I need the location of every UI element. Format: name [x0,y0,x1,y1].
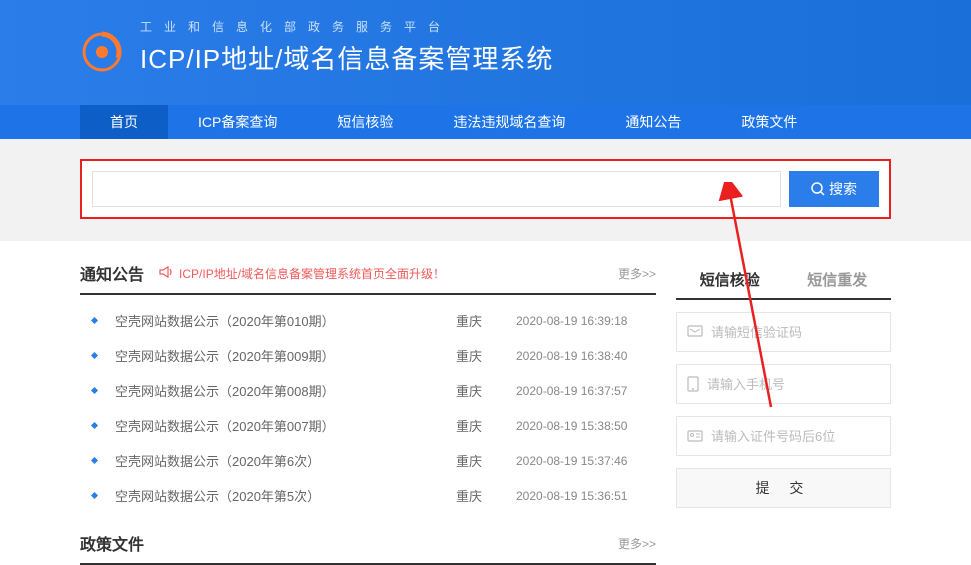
megaphone-icon [159,266,173,281]
phone-input[interactable] [707,377,883,392]
main-nav: 首页 ICP备案查询 短信核验 违法违规域名查询 通知公告 政策文件 [0,105,971,139]
sms-code-input[interactable] [711,325,887,340]
message-icon [687,325,703,339]
id-card-icon [687,430,703,442]
search-icon [811,182,825,196]
list-item[interactable]: 空壳网站数据公示（2020年第009期）重庆2020-08-19 16:38:4… [80,338,656,373]
phone-icon [687,376,699,392]
announcement-marquee[interactable]: ICP/IP地址/域名信息备案管理系统首页全面升级！ [179,265,445,282]
tab-sms-verify[interactable]: 短信核验 [676,261,784,298]
search-area: 搜索 [0,139,971,241]
list-item[interactable]: 空壳网站数据公示（2020年第5次）重庆2020-08-19 15:36:51 [80,478,656,513]
bullet-icon [91,457,98,464]
notice-more-link[interactable]: 更多>> [618,265,656,282]
list-item[interactable]: 空壳网站数据公示（2020年第6次）重庆2020-08-19 15:37:46 [80,443,656,478]
main-content: 通知公告 ICP/IP地址/域名信息备案管理系统首页全面升级！ 更多>> 空壳网… [80,261,656,565]
phone-field [676,364,891,404]
nav-notice[interactable]: 通知公告 [595,105,711,139]
tab-sms-resend[interactable]: 短信重发 [784,261,892,298]
bullet-icon [91,387,98,394]
header-title: ICP/IP地址/域名信息备案管理系统 [140,39,971,76]
search-input[interactable] [92,171,781,207]
notice-section-title: 通知公告 [80,261,144,285]
id-input[interactable] [711,429,887,444]
page-header: 工业和信息化部政务服务平台 ICP/IP地址/域名信息备案管理系统 [0,0,971,105]
list-item[interactable]: 空壳网站数据公示（2020年第008期）重庆2020-08-19 16:37:5… [80,373,656,408]
list-item[interactable]: 空壳网站数据公示（2020年第007期）重庆2020-08-19 15:38:5… [80,408,656,443]
notice-list: 空壳网站数据公示（2020年第010期）重庆2020-08-19 16:39:1… [80,303,656,513]
verify-panel: 短信核验 短信重发 提 交 [676,261,891,565]
nav-icp-query[interactable]: ICP备案查询 [168,105,307,139]
bullet-icon [91,492,98,499]
policy-more-link[interactable]: 更多>> [618,535,656,552]
nav-illegal-domain[interactable]: 违法违规域名查询 [423,105,595,139]
header-subtitle: 工业和信息化部政务服务平台 [140,18,971,35]
nav-policy[interactable]: 政策文件 [711,105,827,139]
policy-section-title: 政策文件 [80,531,144,555]
nav-sms-verify[interactable]: 短信核验 [307,105,423,139]
bullet-icon [91,317,98,324]
list-item[interactable]: 空壳网站数据公示（2020年第010期）重庆2020-08-19 16:39:1… [80,303,656,338]
id-field [676,416,891,456]
bullet-icon [91,352,98,359]
search-button[interactable]: 搜索 [789,171,879,207]
nav-home[interactable]: 首页 [80,105,168,139]
bullet-icon [91,422,98,429]
logo [80,30,124,79]
submit-button[interactable]: 提 交 [676,468,891,508]
search-box-highlighted: 搜索 [80,159,891,219]
sms-code-field [676,312,891,352]
